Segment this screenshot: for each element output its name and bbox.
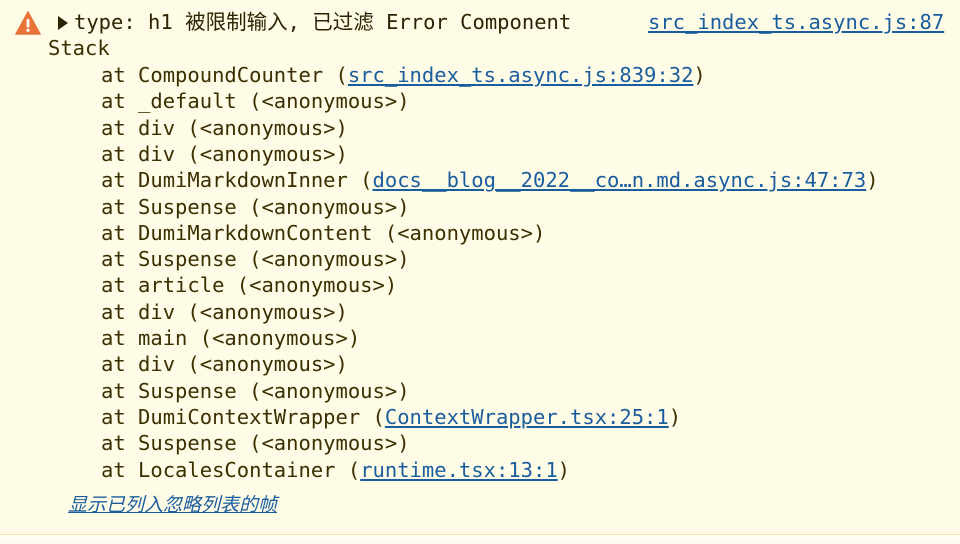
stack-frame-text: at main (<anonymous>) xyxy=(101,326,361,350)
stack-frame-suffix: ) xyxy=(668,404,682,429)
stack-frame-text: at DumiContextWrapper ( xyxy=(101,404,385,429)
warning-message-text: type: h1 被限制输入, 已过滤 Error Component xyxy=(74,10,572,34)
stack-frame-text: at CompoundCounter ( xyxy=(101,63,348,87)
warning-header[interactable]: type: h1 被限制输入, 已过滤 Error Component xyxy=(58,9,571,35)
stack-frame-text: at article (<anonymous>) xyxy=(101,273,398,298)
stack-frame: at _default (<anonymous>) xyxy=(101,88,410,114)
stack-frame-text: at div (<anonymous>) xyxy=(101,141,348,166)
stack-frame: at Suspense (<anonymous>) xyxy=(101,246,410,272)
stack-frame-source-link[interactable]: docs__blog__2022__co…n.md.async.js:47:73 xyxy=(373,168,867,192)
stack-frame: at article (<anonymous>) xyxy=(101,272,397,298)
stack-frame-text: at Suspense (<anonymous>) xyxy=(101,431,410,456)
warning-icon xyxy=(15,11,41,35)
stack-label: Stack xyxy=(48,36,110,60)
stack-frame-text: at div (<anonymous>) xyxy=(101,115,348,140)
show-ignore-listed-frames-link[interactable]: 显示已列入忽略列表的帧 xyxy=(68,492,277,518)
stack-frame: at LocalesContainer (runtime.tsx:13:1) xyxy=(101,457,570,483)
stack-frame: at DumiMarkdownInner (docs__blog__2022__… xyxy=(101,167,879,193)
stack-frame-text: at Suspense (<anonymous>) xyxy=(101,194,410,219)
source-location-link[interactable]: src_index_ts.async.js:87 xyxy=(648,9,944,35)
stack-frame-source-link[interactable]: src_index_ts.async.js:839:32 xyxy=(348,63,694,87)
stack-frame-text: at Suspense (<anonymous>) xyxy=(101,378,410,403)
stack-frame-text: at LocalesContainer ( xyxy=(101,457,361,482)
stack-frame: at CompoundCounter (src_index_ts.async.j… xyxy=(101,62,706,88)
stack-frame-text: at _default (<anonymous>) xyxy=(101,89,410,114)
stack-frame: at Suspense (<anonymous>) xyxy=(101,378,410,404)
expand-triangle-icon[interactable] xyxy=(58,16,68,30)
stack-frame-text: at div (<anonymous>) xyxy=(101,299,348,324)
stack-frame-suffix: ) xyxy=(557,457,571,482)
stack-frame: at Suspense (<anonymous>) xyxy=(101,194,410,220)
stack-frame: at DumiMarkdownContent (<anonymous>) xyxy=(101,220,545,246)
stack-frame-source-link[interactable]: ContextWrapper.tsx:25:1 xyxy=(385,405,669,429)
stack-frame-text: at DumiMarkdownInner ( xyxy=(101,168,373,193)
stack-frame-text: at DumiMarkdownContent (<anonymous>) xyxy=(101,220,546,245)
stack-frame-suffix: ) xyxy=(866,168,879,193)
stack-frame-text: at Suspense (<anonymous>) xyxy=(101,247,410,272)
stack-frame-source-link[interactable]: runtime.tsx:13:1 xyxy=(360,458,557,482)
stack-frame: at div (<anonymous>) xyxy=(101,141,348,167)
stack-frame-text: at div (<anonymous>) xyxy=(101,352,348,377)
stack-frame-suffix: ) xyxy=(693,63,706,87)
stack-frame: at DumiContextWrapper (ContextWrapper.ts… xyxy=(101,404,681,430)
console-warning-message: type: h1 被限制输入, 已过滤 Error Component src_… xyxy=(0,0,960,535)
stack-frame: at main (<anonymous>) xyxy=(101,325,360,351)
stack-frame: at div (<anonymous>) xyxy=(101,299,348,325)
stack-frame: at Suspense (<anonymous>) xyxy=(101,430,410,456)
next-console-row xyxy=(0,537,960,544)
stack-frame: at div (<anonymous>) xyxy=(101,115,348,141)
stack-frame: at div (<anonymous>) xyxy=(101,351,348,377)
